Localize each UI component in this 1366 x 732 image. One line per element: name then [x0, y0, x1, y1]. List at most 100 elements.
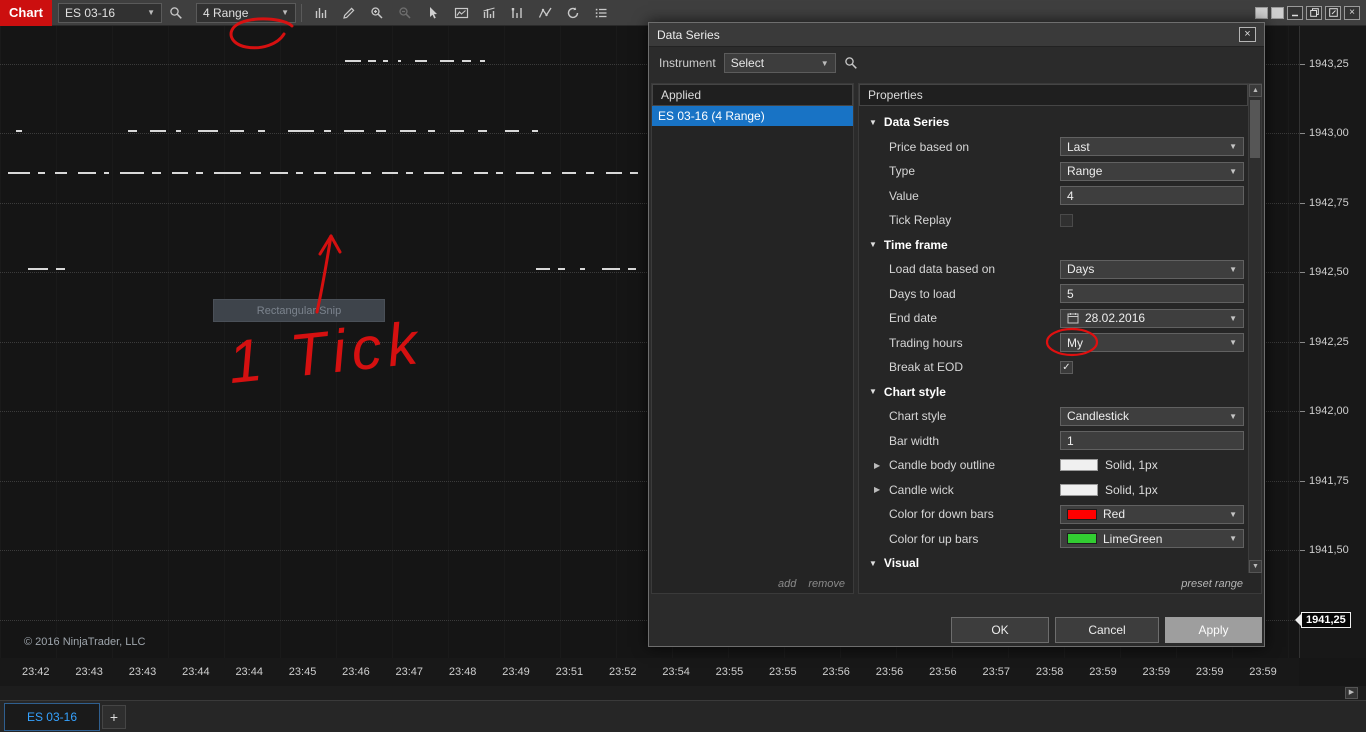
price-bar: [376, 130, 386, 132]
last-price-marker: 1941,25: [1301, 612, 1351, 628]
scroll-up-button[interactable]: ▲: [1249, 84, 1262, 97]
time-axis[interactable]: 23:42 23:43 23:43 23:44 23:44 23:45 23:46 23:47…: [0, 658, 1299, 686]
days-to-load-input[interactable]: 5: [1060, 284, 1244, 304]
add-series-link[interactable]: add: [778, 578, 796, 590]
zoom-out-button[interactable]: [392, 2, 418, 24]
properties-panel: Properties ▲ ▼ ▼ Data Series Price based o…: [858, 83, 1262, 594]
layout-grid-icon[interactable]: [1271, 6, 1284, 19]
property-row-data-series[interactable]: ▼ Data Series: [859, 110, 1248, 135]
candle-body-outline-swatch[interactable]: [1060, 459, 1098, 472]
scroll-down-button[interactable]: ▼: [1249, 560, 1262, 573]
preset-range-link[interactable]: preset range: [1181, 578, 1243, 590]
scroll-right-button[interactable]: ▶: [1345, 687, 1358, 699]
price-bar: [8, 172, 30, 174]
bar-width-input[interactable]: 1: [1060, 431, 1244, 451]
instrument-dropdown[interactable]: ES 03-16 ▼: [58, 2, 162, 23]
value-input[interactable]: 4: [1060, 186, 1244, 206]
instrument-select-dropdown[interactable]: Select ▼: [723, 53, 836, 73]
price-bar: [104, 172, 109, 174]
popout-button[interactable]: [1325, 5, 1341, 20]
price-bar: [450, 130, 464, 132]
property-grid: ▼ Data Series Price based on Last ▼ Type Range…: [859, 106, 1248, 573]
close-button[interactable]: ×: [1344, 5, 1360, 20]
price-bar: [415, 60, 427, 62]
section-collapse-icon[interactable]: ▼: [869, 118, 877, 127]
price-bar: [630, 172, 638, 174]
time-axis-label: 23:55: [715, 666, 744, 678]
chart-style-dropdown[interactable]: Candlestick ▼: [1060, 406, 1244, 426]
candle-wick-swatch[interactable]: [1060, 483, 1098, 496]
property-row-chart-style[interactable]: ▼ Chart style: [859, 380, 1248, 405]
price-bar: [250, 172, 261, 174]
price-bar: [324, 130, 331, 132]
price-axis-label: 1941,75: [1309, 475, 1349, 487]
cancel-button[interactable]: Cancel: [1055, 617, 1159, 643]
load-data-based-on-dropdown[interactable]: Days ▼: [1060, 259, 1244, 279]
expand-icon[interactable]: ▶: [874, 485, 880, 494]
zoom-in-button[interactable]: [364, 2, 390, 24]
price-axis-tick: [1300, 411, 1305, 412]
properties-menu-button[interactable]: [588, 2, 614, 24]
property-row-time-frame[interactable]: ▼ Time frame: [859, 233, 1248, 258]
drawing-tools-button[interactable]: [336, 2, 362, 24]
layout-grid-icon[interactable]: [1255, 6, 1268, 19]
end-date-dropdown[interactable]: 28.02.2016 ▼: [1060, 308, 1244, 328]
applied-footer: add remove: [778, 578, 845, 590]
time-axis-label: 23:48: [448, 666, 477, 678]
section-collapse-icon[interactable]: ▼: [869, 240, 877, 249]
property-row-bar-width: Bar width 1: [859, 429, 1248, 454]
section-collapse-icon[interactable]: ▼: [869, 387, 877, 396]
dialog-title-bar[interactable]: Data Series ×: [649, 23, 1264, 47]
workspace-tab-bar: ES 03-16 +: [0, 700, 1366, 732]
cursor-button[interactable]: [420, 2, 446, 24]
bar-type-button[interactable]: [308, 2, 334, 24]
remove-series-link[interactable]: remove: [808, 578, 845, 590]
price-bar: [176, 130, 181, 132]
reload-button[interactable]: [560, 2, 586, 24]
price-bar: [474, 172, 488, 174]
time-axis-label: 23:59: [1249, 666, 1277, 678]
dialog-close-button[interactable]: ×: [1239, 27, 1256, 42]
property-row-tick-replay: Tick Replay: [859, 208, 1248, 233]
color-for-down-bars-dropdown[interactable]: Red ▼: [1060, 504, 1244, 524]
horizontal-scrollbar[interactable]: ▶: [0, 686, 1366, 700]
zigzag-tool-button[interactable]: [532, 2, 558, 24]
price-bar: [128, 130, 137, 132]
property-row-visual[interactable]: ▼ Visual: [859, 551, 1248, 573]
price-based-on-dropdown[interactable]: Last ▼: [1060, 137, 1244, 157]
price-axis[interactable]: 1943,25 1943,00 1942,75 1942,50 1942,25 1942,…: [1299, 26, 1366, 658]
property-row-candle-body-outline: ▶ Candle body outline Solid, 1px: [859, 453, 1248, 478]
chevron-down-icon: ▼: [820, 58, 829, 68]
tab-es-03-16[interactable]: ES 03-16: [4, 702, 100, 731]
restore-button[interactable]: [1306, 5, 1322, 20]
price-axis-tick: [1300, 481, 1305, 482]
apply-button[interactable]: Apply: [1165, 617, 1262, 643]
tick-replay-checkbox[interactable]: [1060, 213, 1073, 227]
break-at-eod-checkbox[interactable]: ✓: [1060, 360, 1073, 374]
chart-trader-button[interactable]: [448, 2, 474, 24]
chevron-down-icon: ▼: [1229, 166, 1237, 176]
instrument-search-button[interactable]: [163, 2, 189, 24]
price-bar: [478, 130, 487, 132]
type-dropdown[interactable]: Range ▼: [1060, 161, 1244, 181]
property-label: Break at EOD: [889, 360, 964, 375]
property-label: Days to load: [889, 286, 956, 301]
minimize-button[interactable]: [1287, 5, 1303, 20]
color-swatch: [1067, 533, 1097, 545]
ok-button[interactable]: OK: [951, 617, 1049, 643]
indicators-button[interactable]: [476, 2, 502, 24]
color-for-up-bars-dropdown[interactable]: LimeGreen ▼: [1060, 529, 1244, 549]
indicator-bars-icon: [483, 7, 495, 18]
trading-hours-dropdown[interactable]: My ▼: [1060, 333, 1244, 353]
scrollbar-thumb[interactable]: [1250, 100, 1260, 158]
properties-scrollbar[interactable]: ▲ ▼: [1248, 84, 1262, 573]
chevron-down-icon: ▼: [281, 8, 289, 17]
applied-series-item[interactable]: ES 03-16 (4 Range): [652, 106, 853, 126]
interval-dropdown[interactable]: 4 Range ▼: [196, 2, 296, 23]
section-collapse-icon[interactable]: ▼: [869, 559, 877, 568]
expand-icon[interactable]: ▶: [874, 461, 880, 470]
strategies-button[interactable]: [504, 2, 530, 24]
arrow-up-icon: ▲: [1252, 87, 1259, 94]
search-icon[interactable]: [844, 56, 858, 70]
add-tab-button[interactable]: +: [102, 704, 126, 729]
